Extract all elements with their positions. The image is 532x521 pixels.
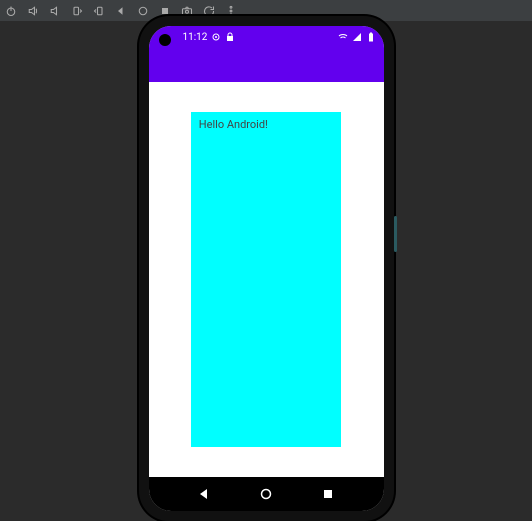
cyan-container: Hello Android! [191, 112, 341, 448]
status-bar: 11:12 [149, 26, 384, 48]
wifi-icon [338, 32, 348, 42]
home-icon[interactable] [136, 4, 150, 18]
status-left: 11:12 [183, 32, 236, 43]
power-icon[interactable] [4, 4, 18, 18]
settings-dot-icon [211, 32, 221, 42]
nav-home-icon[interactable] [259, 487, 273, 501]
signal-icon [352, 32, 362, 42]
rotate-left-icon[interactable] [70, 4, 84, 18]
app-action-bar [149, 48, 384, 82]
nav-back-icon[interactable] [197, 487, 211, 501]
status-right [338, 32, 376, 42]
device-screen: 11:12 Hello Android! [149, 26, 384, 511]
camera-punch-hole [159, 34, 171, 46]
lock-icon [225, 32, 235, 42]
app-content: Hello Android! [149, 82, 384, 477]
device-frame: 11:12 Hello Android! [139, 16, 394, 521]
rotate-right-icon[interactable] [92, 4, 106, 18]
status-time: 11:12 [183, 32, 208, 43]
nav-recent-icon[interactable] [321, 487, 335, 501]
emulator-stage: 11:12 Hello Android! [0, 22, 532, 515]
greeting-text: Hello Android! [199, 118, 333, 131]
back-icon[interactable] [114, 4, 128, 18]
volume-down-icon[interactable] [48, 4, 62, 18]
system-nav-bar [149, 477, 384, 511]
volume-up-icon[interactable] [26, 4, 40, 18]
battery-icon [366, 32, 376, 42]
